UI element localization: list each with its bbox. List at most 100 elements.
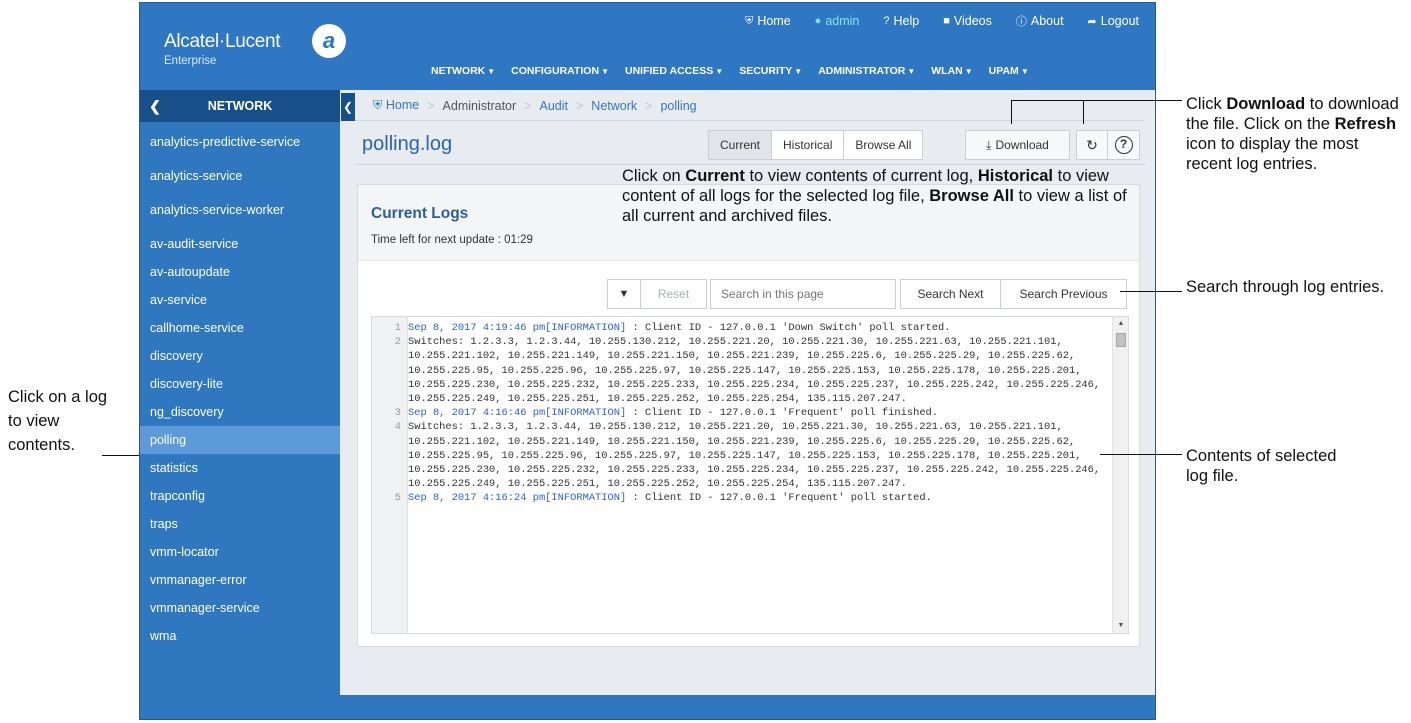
log-text: Sep 8, 2017 4:19:46 pm[INFORMATION] : Cl… (404, 321, 1104, 335)
callout-text: Click on (622, 167, 686, 185)
brand-name: Alcatel·Lucent (164, 31, 281, 52)
menu-label: ADMINISTRATOR (818, 65, 906, 77)
log-line: 1 Sep 8, 2017 4:19:46 pm[INFORMATION] : … (372, 321, 1112, 335)
filter-button[interactable]: ▼ (607, 279, 641, 309)
breadcrumb-separator: > (645, 98, 653, 113)
scroll-up-arrow-icon[interactable]: ▲ (1113, 317, 1128, 331)
menu-upam[interactable]: UPAM ▼ (989, 65, 1029, 77)
search-previous-button[interactable]: Search Previous (1000, 279, 1127, 309)
annotated-screenshot: Alcatel·Lucent Enterprise a ⛨ Home ● admin… (0, 0, 1411, 723)
log-message: Switches: 1.2.3.3, 1.2.3.44, 10.255.130.… (408, 336, 1107, 406)
leader-line (1011, 100, 1182, 101)
download-label: Download (995, 138, 1049, 152)
app-window: Alcatel·Lucent Enterprise a ⛨ Home ● admin… (139, 2, 1156, 720)
leader-line (1120, 291, 1182, 292)
collapse-sidebar-icon[interactable]: ❮ (341, 93, 355, 121)
divider (355, 120, 1145, 121)
menu-label: UPAM (988, 65, 1019, 77)
footer-bar (140, 695, 1155, 719)
sidebar-item-av-audit-service[interactable]: av-audit-service (140, 230, 340, 258)
line-number: 2 (394, 336, 401, 349)
sidebar-item-polling[interactable]: polling (140, 426, 340, 454)
search-next-button[interactable]: Search Next (900, 279, 1001, 309)
sidebar-item-analytics-service-worker[interactable]: analytics-service-worker (140, 190, 340, 230)
log-text: Switches: 1.2.3.3, 1.2.3.44, 10.255.130.… (404, 420, 1104, 491)
caret-down-icon: ▼ (715, 67, 724, 76)
sidebar-item-analytics-service[interactable]: analytics-service (140, 162, 340, 190)
tab-historical[interactable]: Historical (771, 130, 845, 160)
sidebar-item-wma[interactable]: wma (140, 622, 340, 650)
breadcrumb-separator: > (524, 98, 532, 113)
menu-wlan[interactable]: WLAN ▼ (931, 65, 972, 77)
menu-security[interactable]: SECURITY ▼ (739, 65, 802, 77)
log-line: 5 Sep 8, 2017 4:16:24 pm[INFORMATION] : … (372, 491, 1112, 505)
breadcrumb-network[interactable]: Network (591, 99, 637, 113)
nav-help[interactable]: ? Help (883, 13, 919, 29)
callout-text: to view contents of current log, (744, 167, 978, 185)
info-icon: ⓘ (1015, 16, 1027, 28)
nav-videos[interactable]: ■ Videos (943, 13, 992, 29)
log-line: 2 Switches: 1.2.3.3, 1.2.3.44, 10.255.13… (372, 335, 1112, 406)
caret-down-icon: ▼ (907, 67, 916, 76)
tab-browse-all[interactable]: Browse All (843, 130, 924, 160)
sidebar-item-ng-discovery[interactable]: ng_discovery (140, 398, 340, 426)
log-message: : Client ID - 127.0.0.1 'Frequent' poll … (626, 492, 932, 505)
breadcrumb-audit[interactable]: Audit (539, 99, 568, 113)
search-input[interactable] (710, 279, 896, 309)
sidebar-item-vmm-locator[interactable]: vmm-locator (140, 538, 340, 566)
nav-admin-label: admin (825, 14, 860, 28)
nav-home[interactable]: ⛨ Home (745, 13, 791, 29)
nav-about[interactable]: ⓘ About (1016, 13, 1064, 29)
video-icon: ■ (943, 15, 950, 27)
sidebar-item-av-autoupdate[interactable]: av-autoupdate (140, 258, 340, 286)
sidebar-header: ❮ NETWORK (140, 90, 340, 122)
callout-bold: Browse All (929, 187, 1014, 205)
nav-about-label: About (1030, 14, 1064, 28)
brand-sub: Enterprise (164, 55, 217, 67)
menu-unified-access[interactable]: UNIFIED ACCESS ▼ (625, 65, 723, 77)
back-chevron-icon[interactable]: ❮ (140, 98, 170, 115)
sidebar-item-callhome-service[interactable]: callhome-service (140, 314, 340, 342)
menu-label: WLAN (931, 65, 963, 77)
log-timestamp: Sep 8, 2017 4:16:46 pm[INFORMATION] (408, 407, 627, 420)
sidebar-item-av-service[interactable]: av-service (140, 286, 340, 314)
menu-configuration[interactable]: CONFIGURATION ▼ (511, 65, 609, 77)
tab-current[interactable]: Current (708, 130, 773, 160)
sidebar-item-analytics-predictive-service[interactable]: analytics-predictive-service (140, 122, 340, 162)
log-viewer[interactable]: 1 Sep 8, 2017 4:19:46 pm[INFORMATION] : … (371, 316, 1129, 634)
reset-button[interactable]: Reset (640, 279, 707, 309)
menu-label: NETWORK (431, 65, 486, 77)
refresh-button[interactable]: ↻ (1076, 130, 1108, 160)
help-button[interactable]: ? (1108, 130, 1140, 160)
sidebar-item-traps[interactable]: traps (140, 510, 340, 538)
scroll-thumb[interactable] (1116, 333, 1126, 347)
log-scrollbar[interactable]: ▲ ▼ (1112, 317, 1128, 633)
brand-logo[interactable]: Alcatel·Lucent Enterprise (164, 31, 281, 67)
top-header: Alcatel·Lucent Enterprise a ⛨ Home ● admin… (140, 3, 1155, 90)
log-timestamp: Sep 8, 2017 4:19:46 pm[INFORMATION] (408, 322, 627, 334)
breadcrumb-home[interactable]: ⛨ Home (373, 98, 419, 113)
caret-down-icon: ▼ (1020, 67, 1029, 76)
menu-label: SECURITY (739, 65, 793, 77)
nav-logout[interactable]: ➦ Logout (1088, 13, 1139, 29)
menu-network[interactable]: NETWORK ▼ (431, 65, 495, 77)
sidebar-item-discovery[interactable]: discovery (140, 342, 340, 370)
update-timer: Time left for next update : 01:29 (371, 234, 533, 246)
log-timestamp: Sep 8, 2017 4:16:24 pm[INFORMATION] (408, 492, 627, 505)
divider (355, 164, 1145, 165)
line-number: 4 (394, 421, 401, 434)
sidebar-item-trapconfig[interactable]: trapconfig (140, 482, 340, 510)
sidebar-item-discovery-lite[interactable]: discovery-lite (140, 370, 340, 398)
nav-logout-label: Logout (1100, 14, 1139, 28)
sidebar-item-vmmanager-service[interactable]: vmmanager-service (140, 594, 340, 622)
download-button[interactable]: ⤓ Download (965, 130, 1070, 160)
nav-admin[interactable]: ● admin (815, 13, 860, 29)
home-icon: ⛨ (745, 14, 754, 27)
menu-administrator[interactable]: ADMINISTRATOR ▼ (818, 65, 915, 77)
breadcrumb-separator: > (575, 98, 584, 113)
sidebar-item-vmmanager-error[interactable]: vmmanager-error (140, 566, 340, 594)
sidebar-item-statistics[interactable]: statistics (140, 454, 340, 482)
scroll-down-arrow-icon[interactable]: ▼ (1113, 619, 1128, 633)
breadcrumb-current: polling (660, 98, 697, 113)
line-number: 1 (394, 322, 401, 334)
